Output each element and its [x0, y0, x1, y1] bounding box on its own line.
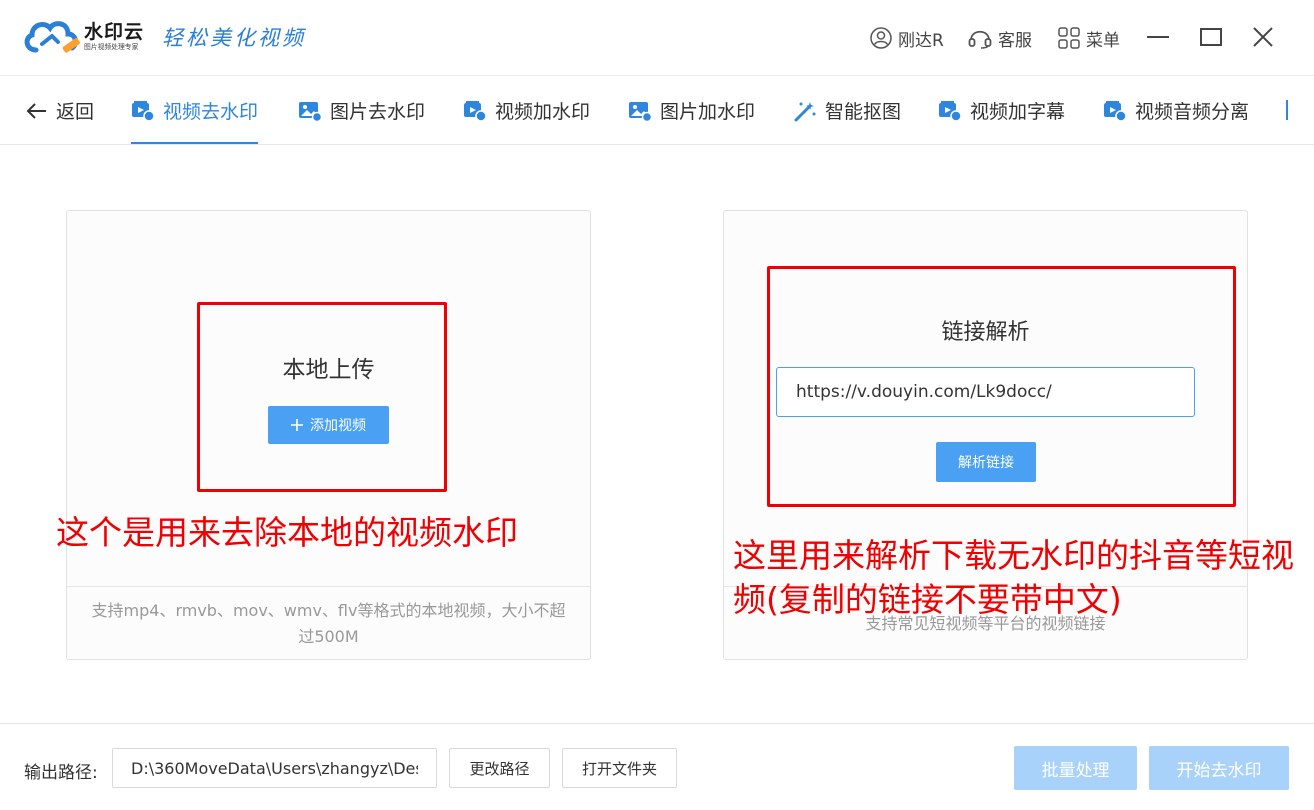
maximize-button[interactable]	[1196, 22, 1226, 52]
video-icon	[464, 100, 487, 122]
customer-service-label: 客服	[998, 30, 1032, 51]
user-name: 刚达R	[898, 30, 944, 51]
title-bar: 水印云 图片视频处理专家 轻松美化视频 刚达R 客服 菜单	[0, 0, 1314, 76]
image-icon	[299, 101, 322, 122]
close-button[interactable]	[1248, 22, 1278, 52]
annotation-local-note: 这个是用来去除本地的视频水印	[56, 513, 518, 552]
annotation-box-local	[197, 302, 447, 492]
minimize-button[interactable]	[1143, 22, 1173, 52]
cloud-logo-icon	[24, 21, 80, 53]
scroll-more-indicator	[1286, 100, 1288, 120]
tab-label: 智能抠图	[825, 101, 902, 123]
open-folder-button[interactable]: 打开文件夹	[562, 748, 677, 788]
tab-video-add-subtitles[interactable]: 视频加字幕	[938, 76, 1065, 145]
change-path-button[interactable]: 更改路径	[449, 748, 550, 788]
maximize-icon	[1200, 28, 1222, 46]
tab-image-add-watermark[interactable]: 图片加水印	[628, 76, 755, 145]
tab-label: 视频加水印	[495, 101, 591, 123]
batch-process-button[interactable]: 批量处理	[1014, 746, 1137, 790]
image-icon	[629, 101, 652, 122]
menu-label: 菜单	[1086, 30, 1120, 51]
user-icon	[870, 27, 892, 49]
minimize-icon	[1147, 36, 1169, 38]
video-icon	[1104, 100, 1127, 122]
tab-label: 图片去水印	[330, 101, 426, 123]
annotation-box-link	[767, 266, 1236, 507]
tab-image-remove-watermark[interactable]: 图片去水印	[298, 76, 425, 145]
slogan: 轻松美化视频	[162, 26, 306, 50]
start-remove-watermark-button[interactable]: 开始去水印	[1149, 746, 1289, 790]
headset-icon	[968, 30, 992, 49]
grid-menu-icon	[1058, 27, 1080, 49]
user-account[interactable]: 刚达R	[870, 24, 944, 52]
customer-service-button[interactable]: 客服	[968, 24, 1032, 52]
brand-subtitle: 图片视频处理专家	[84, 42, 139, 51]
tab-label: 视频去水印	[163, 101, 259, 123]
tab-video-remove-watermark[interactable]: 视频去水印	[131, 76, 259, 145]
annotation-link-note-line1: 这里用来解析下载无水印的抖音等短视	[733, 536, 1294, 575]
arrow-left-icon	[26, 102, 46, 119]
tab-label: 图片加水印	[660, 101, 756, 123]
tab-video-audio-split[interactable]: 视频音频分离	[1103, 76, 1249, 145]
tab-label: 视频音频分离	[1135, 101, 1250, 123]
menu-button[interactable]: 菜单	[1058, 24, 1120, 52]
output-path-label: 输出路径:	[24, 763, 98, 783]
tool-tabs: 返回 视频去水印 图片去水印 视频加水印 图片加水印 智能抠图 视频加字幕 视频…	[0, 76, 1314, 145]
magic-wand-icon	[794, 101, 816, 121]
brand-name: 水印云	[84, 21, 145, 43]
tab-video-add-watermark[interactable]: 视频加水印	[463, 76, 590, 145]
annotation-link-note-line2: 频(复制的链接不要带中文)	[733, 580, 1122, 619]
video-icon	[132, 100, 155, 122]
tab-label: 视频加字幕	[970, 101, 1066, 123]
tab-smart-cutout[interactable]: 智能抠图	[793, 76, 901, 145]
back-button[interactable]: 返回	[26, 76, 94, 145]
close-icon	[1253, 27, 1273, 47]
back-label: 返回	[56, 101, 95, 123]
local-upload-hint: 支持mp4、rmvb、mov、wmv、flv等格式的本地视频，大小不超过500M	[67, 586, 590, 660]
video-icon	[939, 100, 962, 122]
output-path-field[interactable]	[112, 748, 437, 788]
